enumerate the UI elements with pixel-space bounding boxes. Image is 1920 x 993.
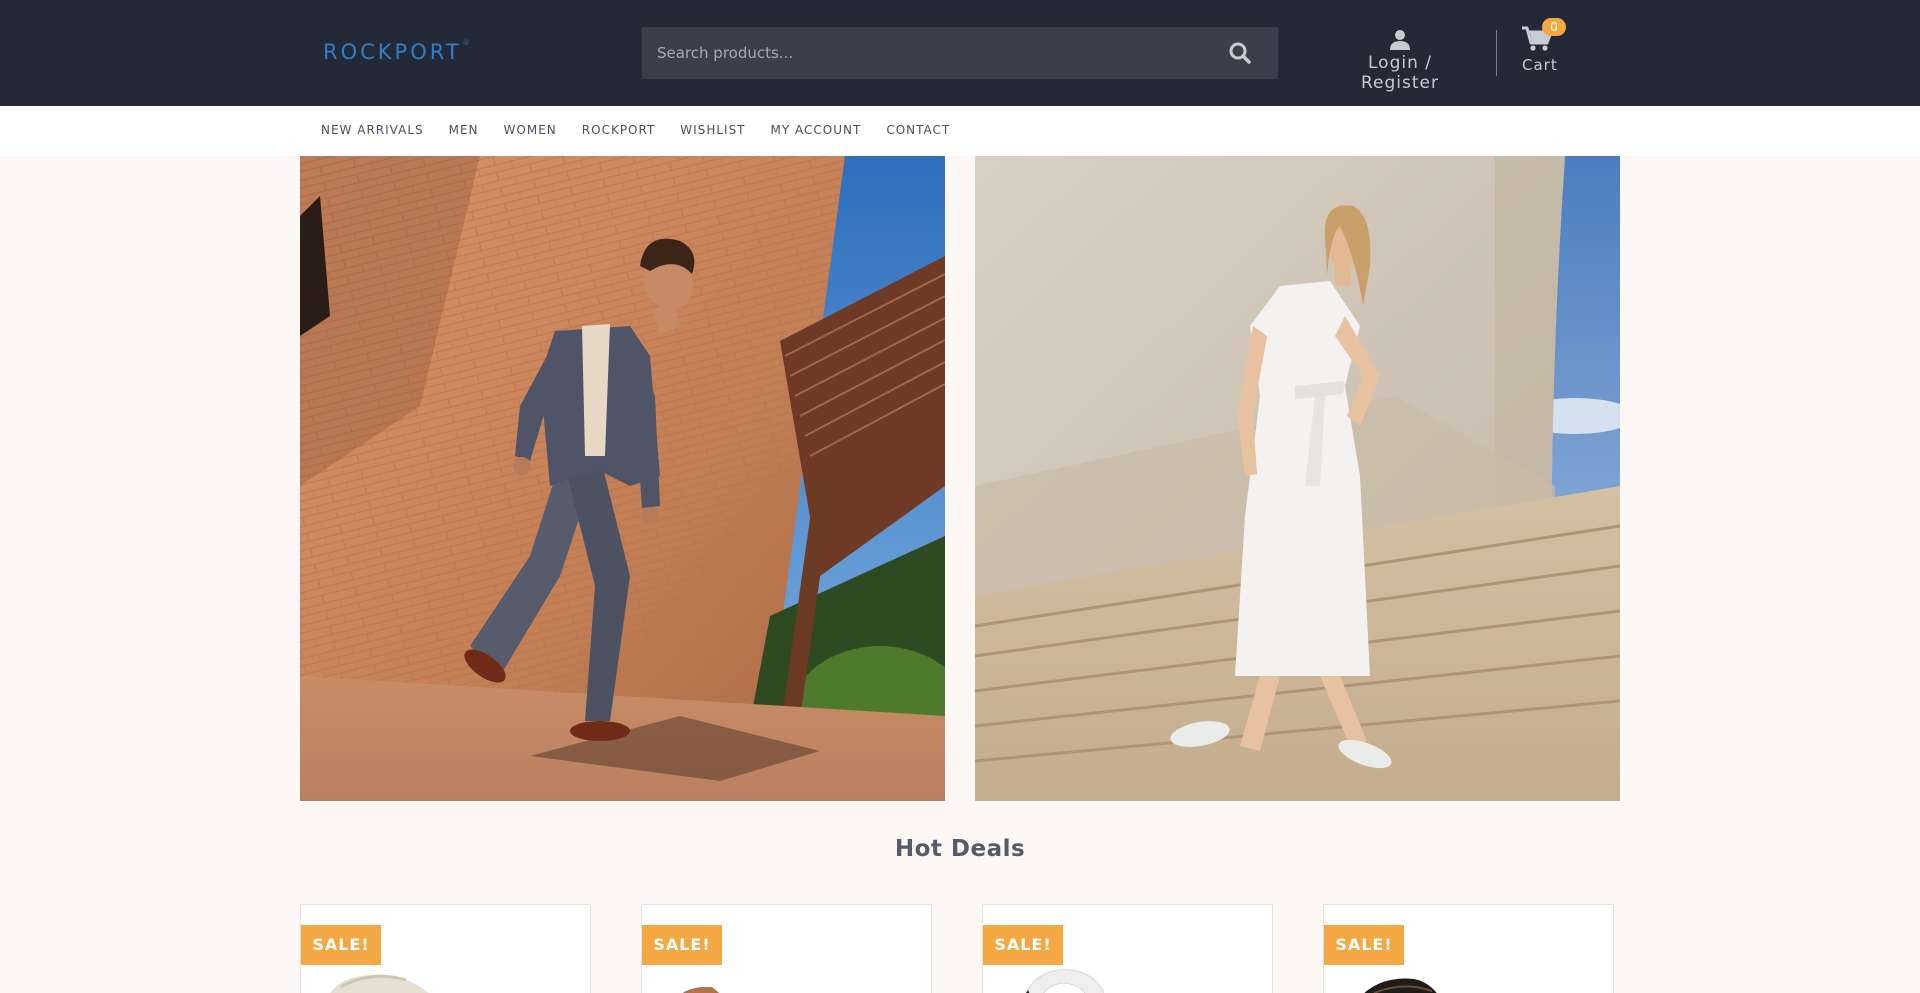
nav-item-women[interactable]: WOMEN [504,123,557,137]
nav-item-rockport[interactable]: ROCKPORT [582,123,656,137]
sale-badge: SALE! [1324,925,1404,965]
main-navigation: NEW ARRIVALS MEN WOMEN ROCKPORT WISHLIST… [0,106,1920,156]
sale-badge: SALE! [301,925,381,965]
nav-item-men[interactable]: MEN [449,123,479,137]
logo-text: ROCKPORT [323,40,462,64]
user-icon [1389,28,1411,50]
sale-badge: SALE! [983,925,1063,965]
product-image[interactable] [993,965,1263,993]
search-icon[interactable] [1228,41,1252,65]
women-banner-image[interactable] [975,156,1620,801]
nav-menu: NEW ARRIVALS MEN WOMEN ROCKPORT WISHLIST… [321,123,975,137]
men-banner-image[interactable] [300,156,945,801]
top-header: ROCKPORT® Login / Register 0 Cart [0,0,1920,106]
header-divider [1496,30,1497,76]
login-register-link[interactable]: Login / Register [1328,26,1472,93]
nav-item-contact[interactable]: CONTACT [886,123,950,137]
product-image[interactable] [1334,965,1604,993]
cart-link[interactable]: 0 Cart [1518,18,1578,78]
logo-registered-mark: ® [462,39,470,47]
hot-deals-heading: Hot Deals [894,836,1026,862]
search-input[interactable] [642,27,1202,79]
nav-item-wishlist[interactable]: WISHLIST [680,123,745,137]
cart-count-badge: 0 [1542,18,1566,36]
search-bar [642,27,1278,79]
nav-item-new-arrivals[interactable]: NEW ARRIVALS [321,123,424,137]
login-register-label: Login / Register [1361,53,1439,93]
product-card[interactable]: SALE! [982,904,1273,993]
site-logo[interactable]: ROCKPORT® [323,39,470,64]
product-image[interactable] [311,965,581,993]
sale-badge: SALE! [642,925,722,965]
product-card[interactable]: SALE! [1323,904,1614,993]
cart-label: Cart [1522,56,1558,74]
product-card[interactable]: SALE! [641,904,932,993]
nav-item-my-account[interactable]: MY ACCOUNT [771,123,862,137]
product-card[interactable]: SALE! [300,904,591,993]
product-image[interactable] [652,965,922,993]
